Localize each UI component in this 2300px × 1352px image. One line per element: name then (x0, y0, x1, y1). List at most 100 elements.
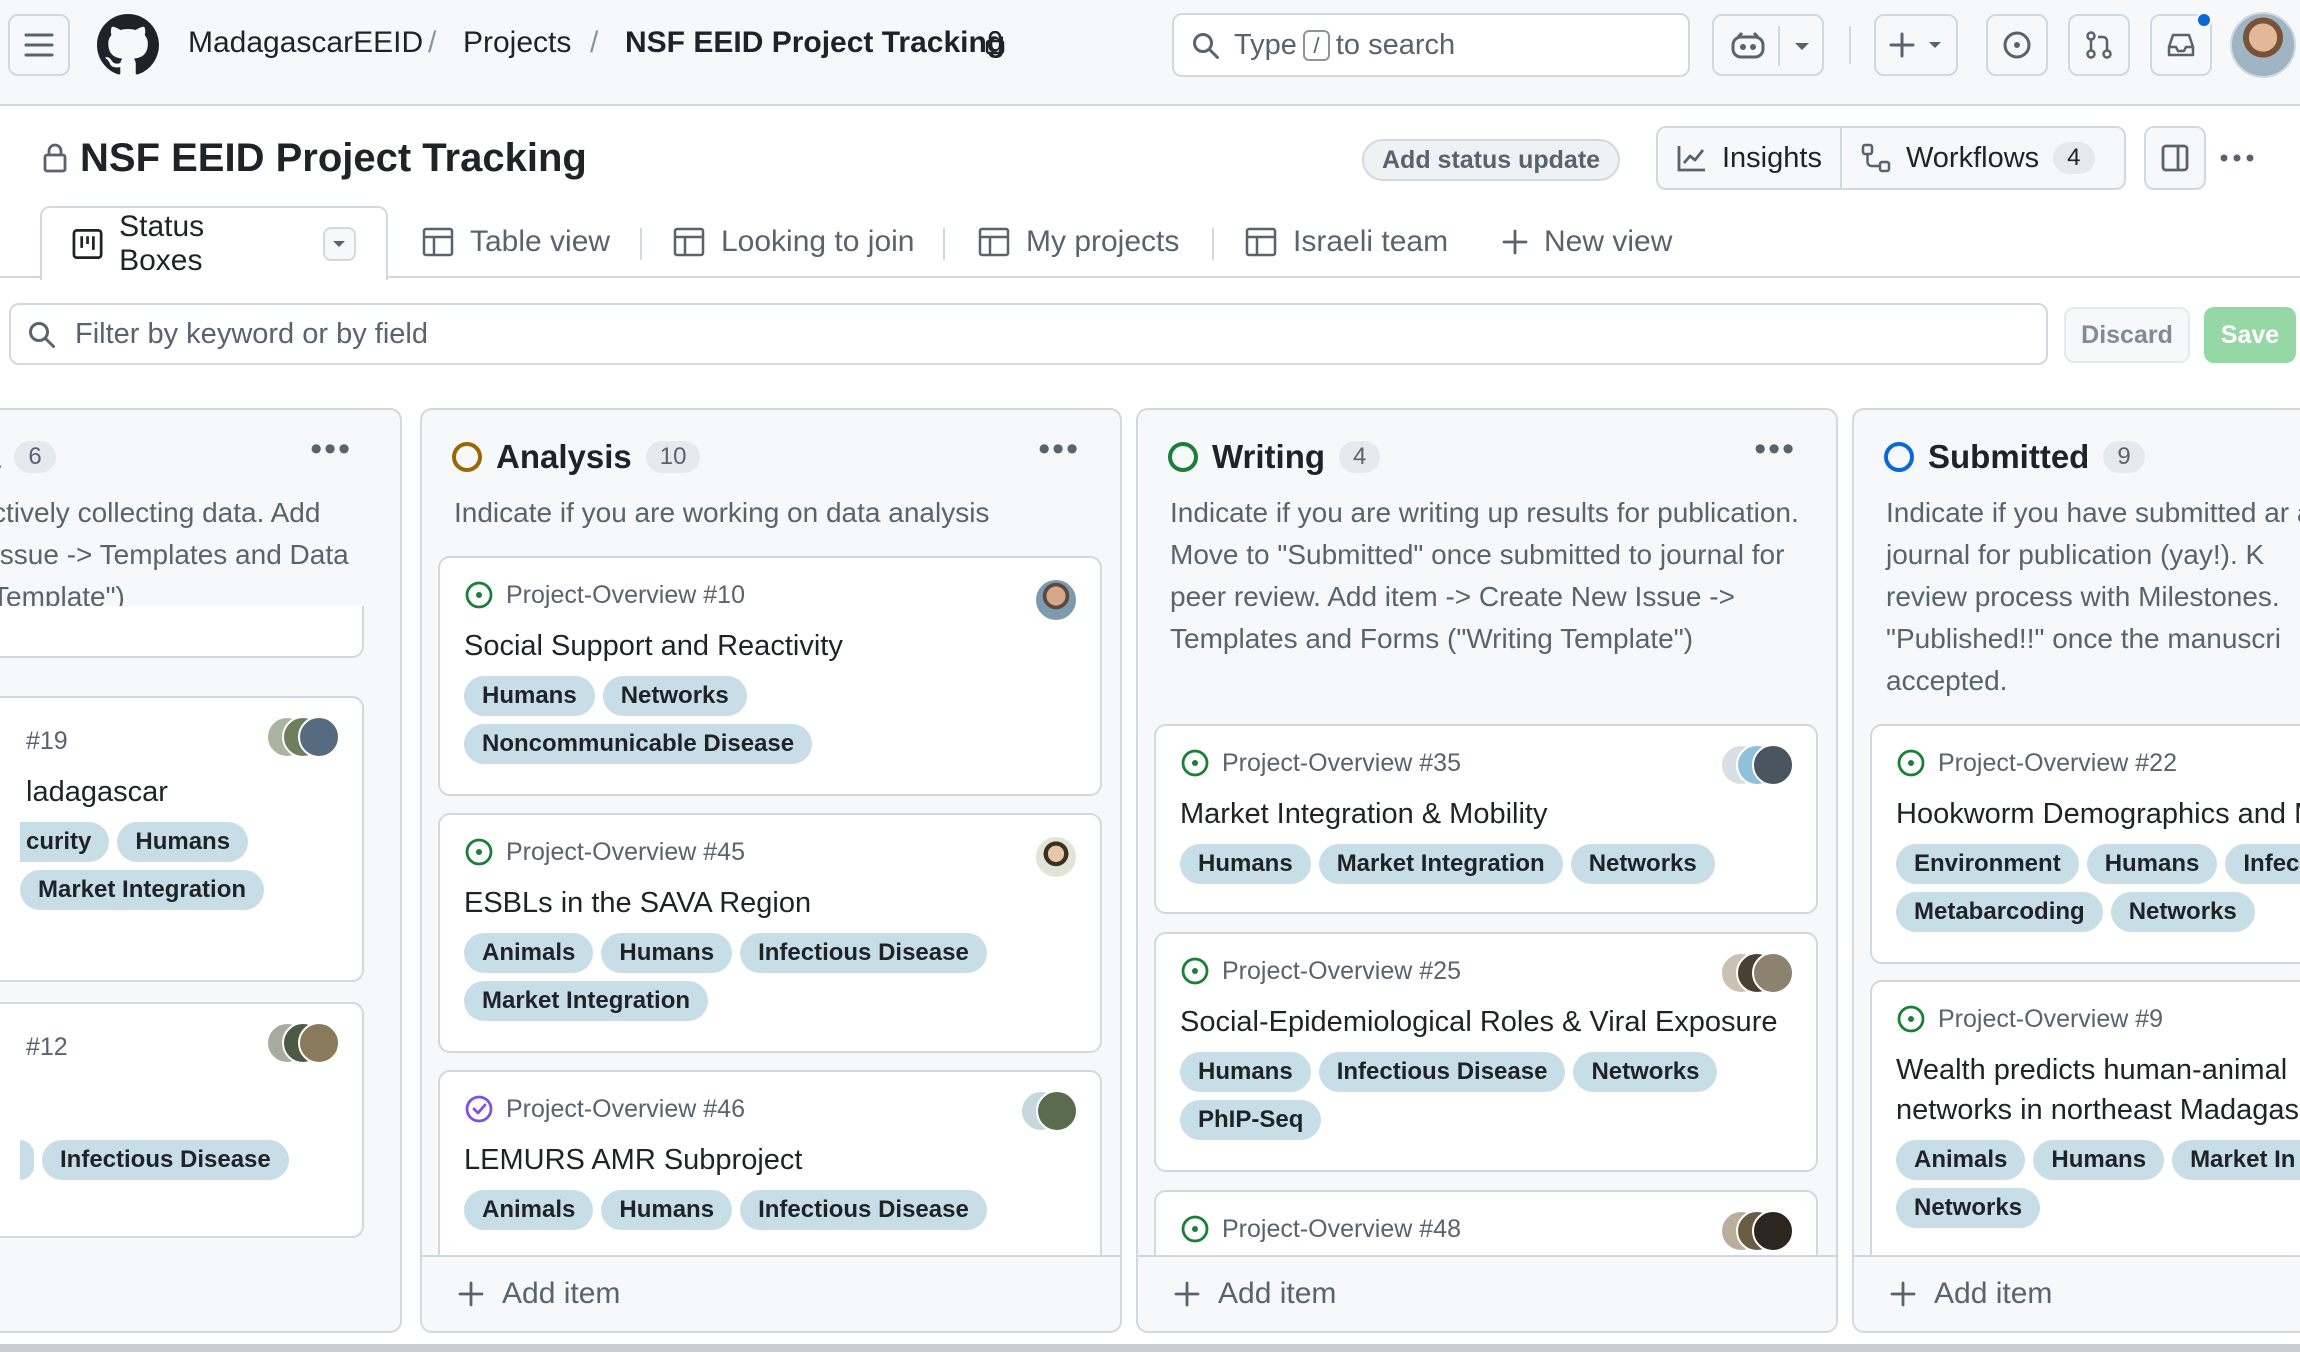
issue-opened-icon (1181, 957, 1209, 985)
lock-icon (42, 143, 68, 173)
filter-input[interactable]: Filter by keyword or by field (9, 303, 2048, 365)
project-card[interactable]: Project-Overview #25 Social-Epidemiologi… (1154, 932, 1818, 1172)
card-title[interactable]: Social-Epidemiological Roles & Viral Exp… (1180, 1002, 1792, 1042)
card-title[interactable]: Social Support and Reactivity (464, 626, 1076, 666)
tab-looking-to-join[interactable]: Looking to join (673, 206, 914, 278)
column-name: Analysis (496, 438, 632, 475)
label-tag[interactable]: Infectious Disease (42, 1140, 289, 1180)
label-tag[interactable]: Humans (2033, 1140, 2165, 1180)
label-tag[interactable]: Infectious Disease (740, 933, 987, 973)
column-analysis: Analysis 10 ••• Indicate if you are work… (420, 408, 1122, 1333)
project-card[interactable]: Project-Overview #35 Market Integration … (1154, 724, 1818, 914)
issue-opened-icon (1897, 1005, 1925, 1033)
card-title[interactable]: ESBLs in the SAVA Region (464, 883, 1076, 923)
new-view-button[interactable]: New view (1502, 206, 1672, 278)
tab-israeli-team[interactable]: Israeli team (1245, 206, 1448, 278)
label-tag[interactable]: Humans (1180, 844, 1311, 884)
label-tag[interactable]: Humans (464, 676, 595, 716)
project-card[interactable]: #19 ladagascar curity Humans Market Inte… (0, 696, 364, 982)
workflows-button[interactable]: Workflows 4 (1842, 128, 2113, 188)
card-reference: Project-Overview #46 (464, 1092, 1076, 1126)
add-item-label: Add item (502, 1277, 621, 1310)
github-logo-icon[interactable] (97, 14, 159, 76)
tab-status-boxes[interactable]: Status Boxes (40, 206, 388, 280)
label-tag[interactable]: Humans (2086, 844, 2218, 884)
create-new-button[interactable] (1874, 14, 1958, 76)
label-tag[interactable]: Animals (1896, 1140, 2026, 1180)
card-title[interactable]: Hookworm Demographics and M (1896, 794, 2300, 834)
label-tag[interactable]: Networks (1896, 1188, 2041, 1228)
project-card[interactable]: #12 Infectious Disease (0, 1002, 364, 1238)
label-tag[interactable]: Market Integration (1318, 844, 1563, 884)
tab-my-projects[interactable]: My projects (978, 206, 1179, 278)
label-tag[interactable]: PhIP-Seq (1180, 1100, 1322, 1140)
column-description: Indicate if you have submitted ar a jour… (1886, 497, 2300, 696)
label-tag[interactable]: Humans (601, 1190, 733, 1230)
column-count: 4 (1339, 441, 1381, 473)
label-tag[interactable]: Networks (602, 676, 747, 716)
breadcrumb-org[interactable]: MadagascarEEID (188, 26, 423, 60)
label-tag[interactable]: Market In (2172, 1140, 2300, 1180)
add-item-button[interactable]: Add item (1890, 1277, 2052, 1311)
label-tag[interactable]: Metabarcoding (1896, 892, 2103, 932)
copilot-button[interactable] (1712, 14, 1824, 76)
card-title[interactable]: LEMURS AMR Subproject (464, 1140, 1076, 1180)
avatar (298, 716, 340, 758)
label-tag[interactable]: Environment (1896, 844, 2079, 884)
pull-requests-button[interactable] (2068, 14, 2130, 76)
project-card[interactable]: Project-Overview #22 Hookworm Demographi… (1870, 724, 2300, 964)
insights-button[interactable]: Insights (1658, 128, 1842, 188)
project-card[interactable]: Project-Overview #10 Social Support and … (438, 556, 1102, 796)
user-avatar[interactable] (2230, 12, 2296, 78)
menu-button[interactable] (8, 14, 70, 76)
label-tag[interactable]: Humans (117, 822, 249, 862)
label-tag[interactable] (20, 1140, 34, 1180)
label-tag[interactable]: Infec (2225, 844, 2300, 884)
label-tag[interactable]: Networks (1570, 844, 1715, 884)
column-menu-button[interactable]: ••• (1038, 430, 1080, 469)
card-title[interactable]: Market Integration & Mobility (1180, 794, 1792, 834)
tab-options-button[interactable] (322, 227, 356, 261)
label-tag[interactable]: Animals (464, 933, 594, 973)
tab-label: My projects (1026, 225, 1180, 258)
project-card[interactable] (0, 606, 364, 658)
label-tag[interactable]: Noncommunicable Disease (464, 724, 813, 764)
label-tag[interactable]: Humans (1180, 1052, 1311, 1092)
inbox-icon (2167, 33, 2195, 57)
add-item-button[interactable]: Add item (458, 1277, 620, 1311)
column-menu-button[interactable]: ••• (1754, 430, 1796, 469)
breadcrumb-project[interactable]: NSF EEID Project Tracking (625, 26, 1005, 60)
issue-opened-icon (465, 581, 493, 609)
label-tag[interactable]: Humans (601, 933, 733, 973)
card-reference: Project-Overview #45 (464, 835, 1076, 869)
column-submitted: Submitted 9 Indicate if you have submitt… (1852, 408, 2300, 1333)
save-button[interactable]: Save (2204, 307, 2296, 363)
add-status-update-button[interactable]: Add status update (1362, 139, 1621, 181)
column-menu-button[interactable]: ••• (310, 430, 352, 469)
project-card[interactable]: Project-Overview #45 ESBLs in the SAVA R… (438, 813, 1102, 1053)
tab-table-view[interactable]: Table view (422, 206, 610, 278)
more-options-button[interactable] (2206, 126, 2268, 190)
card-title[interactable]: Wealth predicts human-animal networks in… (1896, 1050, 2300, 1130)
side-panel-toggle-button[interactable] (2144, 126, 2206, 190)
issue-opened-icon (1181, 749, 1209, 777)
label-tag[interactable]: Infectious Disease (1318, 1052, 1566, 1092)
label-tag[interactable]: Market Integration (464, 981, 709, 1021)
breadcrumb-projects[interactable]: Projects (463, 26, 571, 60)
project-card[interactable]: Project-Overview #9 Wealth predicts huma… (1870, 980, 2300, 1270)
tab-label: New view (1544, 225, 1673, 258)
issues-button[interactable] (1986, 14, 2048, 76)
horizontal-scrollbar[interactable] (0, 1344, 2300, 1352)
avatar[interactable] (1034, 835, 1078, 879)
label-tag[interactable]: Animals (464, 1190, 594, 1230)
label-tag[interactable]: Infectious Disease (740, 1190, 987, 1230)
avatar[interactable] (1034, 578, 1078, 622)
label-tag[interactable]: Market Integration (20, 870, 265, 910)
label-tag[interactable]: curity (20, 822, 110, 862)
label-tag[interactable]: Networks (2110, 892, 2255, 932)
discard-button[interactable]: Discard (2064, 307, 2190, 363)
add-item-button[interactable]: Add item (1174, 1277, 1336, 1311)
label-tag[interactable]: Networks (1573, 1052, 1718, 1092)
page-title: NSF EEID Project Tracking (80, 136, 587, 180)
global-search-input[interactable]: Type / to search (1172, 13, 1690, 77)
